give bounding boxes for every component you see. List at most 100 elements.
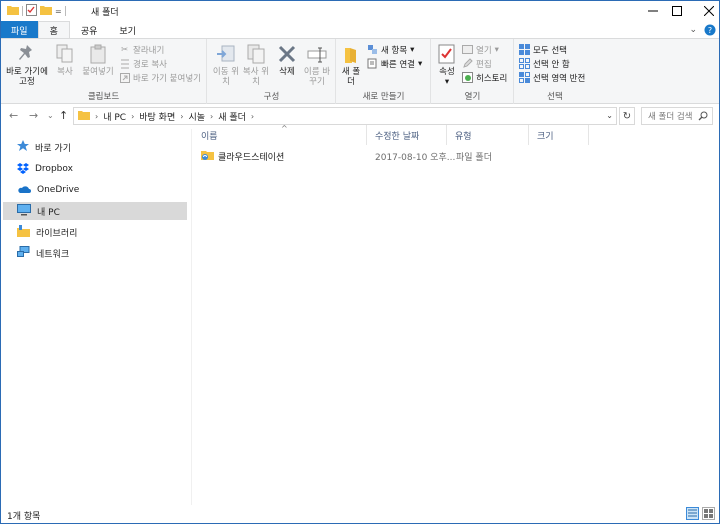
select-all-button[interactable]: 모두 선택 <box>519 43 567 56</box>
properties-dropdown-icon: ▾ <box>444 77 450 87</box>
file-type: 파일 폴더 <box>456 152 492 163</box>
forward-arrow-icon[interactable]: → <box>29 109 38 122</box>
paste-button[interactable]: 붙여넣기 <box>81 43 115 77</box>
open-button[interactable]: 열기 ▾ <box>462 43 499 56</box>
close-button[interactable] <box>689 1 720 21</box>
crumb-separator[interactable]: › <box>131 112 134 121</box>
column-header-modified[interactable]: 수정한 날짜 <box>367 125 447 145</box>
window-title: 새 폴더 <box>91 8 119 18</box>
refresh-icon: ↻ <box>622 110 632 122</box>
crumb-separator: › <box>95 111 99 121</box>
paste-label: 붙여넣기 <box>82 67 114 77</box>
new-item-dropdown-icon: ▾ <box>410 44 415 55</box>
tab-home[interactable]: 홈 <box>37 21 70 39</box>
computer-icon <box>17 203 31 219</box>
crumb-sinol[interactable]: 시놀 <box>188 110 205 123</box>
paste-shortcut-label: 바로 가기 붙여넣기 <box>133 73 201 84</box>
properties-check-icon <box>436 43 458 65</box>
delete-button[interactable]: 삭제 <box>274 43 300 77</box>
shortcut-icon <box>119 72 130 83</box>
pane-divider[interactable] <box>191 129 192 505</box>
history-button[interactable]: 히스토리 <box>462 71 507 84</box>
easy-access-dropdown-icon: ▾ <box>417 58 423 69</box>
up-arrow-icon[interactable]: ↑ <box>59 109 68 122</box>
cut-label: 잘라내기 <box>133 45 165 56</box>
crumb-this-pc[interactable]: 내 PC <box>103 110 126 123</box>
file-row[interactable]: 클라우드스테이션 2017-08-10 오후... 파일 폴더 <box>193 147 713 165</box>
easy-access-button[interactable]: 빠른 연결 ▾ <box>367 57 422 70</box>
column-header-name[interactable]: 이름 <box>193 125 367 145</box>
nav-item-quick-access[interactable]: 바로 가기 <box>3 138 187 156</box>
nav-label: 바로 가기 <box>35 143 71 154</box>
new-group-label: 새로 만들기 <box>362 92 405 102</box>
tab-share[interactable]: 공유 <box>70 21 109 39</box>
back-arrow-icon[interactable]: ← <box>9 109 18 122</box>
sync-folder-icon <box>201 149 214 164</box>
edit-label: 편집 <box>476 59 492 70</box>
large-icons-view-button[interactable] <box>702 507 715 520</box>
nav-item-onedrive[interactable]: OneDrive <box>3 181 187 199</box>
column-header-size[interactable]: 크기 <box>529 125 589 145</box>
path-icon <box>119 58 130 69</box>
copy-to-icon <box>245 43 267 65</box>
item-count: 1개 항목 <box>7 511 41 522</box>
open-dropdown-icon: ▾ <box>494 44 499 55</box>
nav-label: 네트워크 <box>36 249 70 260</box>
clipboard-icon <box>87 43 109 65</box>
crumb-separator[interactable]: › <box>251 112 254 121</box>
cut-button[interactable]: ✂ 잘라내기 <box>119 43 164 56</box>
select-none-button[interactable]: 선택 안 함 <box>519 57 570 70</box>
copy-to-button[interactable]: 복사 위치 <box>242 43 270 87</box>
address-bar[interactable]: › 내 PC › 바탕 화면 › 시놀 › 새 폴더 › ⌄ <box>73 107 617 125</box>
title-bar: = 새 폴더 <box>1 1 719 21</box>
details-view-icon <box>688 509 697 517</box>
properties-button[interactable]: 속성 ▾ <box>434 43 460 87</box>
nav-item-libraries[interactable]: 라이브러리 <box>3 223 187 241</box>
move-to-button[interactable]: 이동 위치 <box>212 43 240 87</box>
ribbon-expand-icon[interactable]: ⌄ <box>689 25 697 35</box>
open-label: 열기 <box>476 45 492 56</box>
cloud-icon <box>17 184 31 197</box>
rename-button[interactable]: 이름 바꾸기 <box>302 43 332 87</box>
address-dropdown-icon[interactable]: ⌄ <box>606 111 613 120</box>
nav-label: OneDrive <box>37 185 80 195</box>
properties-label: 속성 <box>439 67 455 77</box>
refresh-button[interactable]: ↻ <box>619 107 635 125</box>
copy-button[interactable]: 복사 <box>51 43 79 77</box>
copy-path-button[interactable]: 경로 복사 <box>119 57 167 70</box>
pin-button[interactable]: 바로 가기에 고정 <box>5 43 49 87</box>
crumb-new-folder[interactable]: 새 폴더 <box>218 110 246 123</box>
crumb-desktop[interactable]: 바탕 화면 <box>139 110 175 123</box>
properties-icon[interactable] <box>26 3 37 19</box>
delete-x-icon <box>276 43 298 65</box>
copy-to-label: 복사 위치 <box>242 67 270 87</box>
crumb-separator[interactable]: › <box>210 112 213 121</box>
tab-file[interactable]: 파일 <box>1 21 38 39</box>
open-icon <box>462 44 473 55</box>
svg-text:?: ? <box>708 26 712 35</box>
new-folder-button[interactable]: 새 폴더 <box>339 43 363 87</box>
paste-shortcut-button[interactable]: 바로 가기 붙여넣기 <box>119 71 201 84</box>
recent-dropdown-icon[interactable]: ⌄ <box>47 111 54 120</box>
nav-item-network[interactable]: 네트워크 <box>3 244 187 262</box>
qat-dropdown-icon[interactable]: = <box>55 7 62 16</box>
help-icon[interactable]: ? <box>701 23 719 37</box>
nav-item-this-pc[interactable]: 내 PC <box>3 202 187 220</box>
new-folder-qat-icon[interactable] <box>40 4 52 18</box>
select-all-icon <box>519 44 530 55</box>
invert-selection-button[interactable]: 선택 영역 반전 <box>519 71 585 84</box>
search-box[interactable]: 새 폴더 검색 <box>641 107 713 125</box>
edit-button[interactable]: 편집 <box>462 57 492 70</box>
clipboard-group: 바로 가기에 고정 복사 붙여넣기 ✂ 잘라내기 경로 복사 바로 가기 붙여넣… <box>1 39 207 104</box>
nav-item-dropbox[interactable]: Dropbox <box>3 160 187 178</box>
history-label: 히스토리 <box>476 73 508 84</box>
new-item-button[interactable]: 새 항목 ▾ <box>367 43 414 56</box>
crumb-separator[interactable]: › <box>180 112 183 121</box>
file-name-cell: 클라우드스테이션 <box>201 147 284 165</box>
nav-label: 내 PC <box>37 207 60 218</box>
tab-view[interactable]: 보기 <box>108 21 147 39</box>
explorer-window: = 새 폴더 파일 홈 공유 보기 ⌄ ? 바로 가기에 고정 복사 붙여넣기 … <box>0 0 720 524</box>
ribbon: 바로 가기에 고정 복사 붙여넣기 ✂ 잘라내기 경로 복사 바로 가기 붙여넣… <box>1 38 719 104</box>
details-view-button[interactable] <box>686 507 699 520</box>
column-header-type[interactable]: 유형 <box>447 125 529 145</box>
